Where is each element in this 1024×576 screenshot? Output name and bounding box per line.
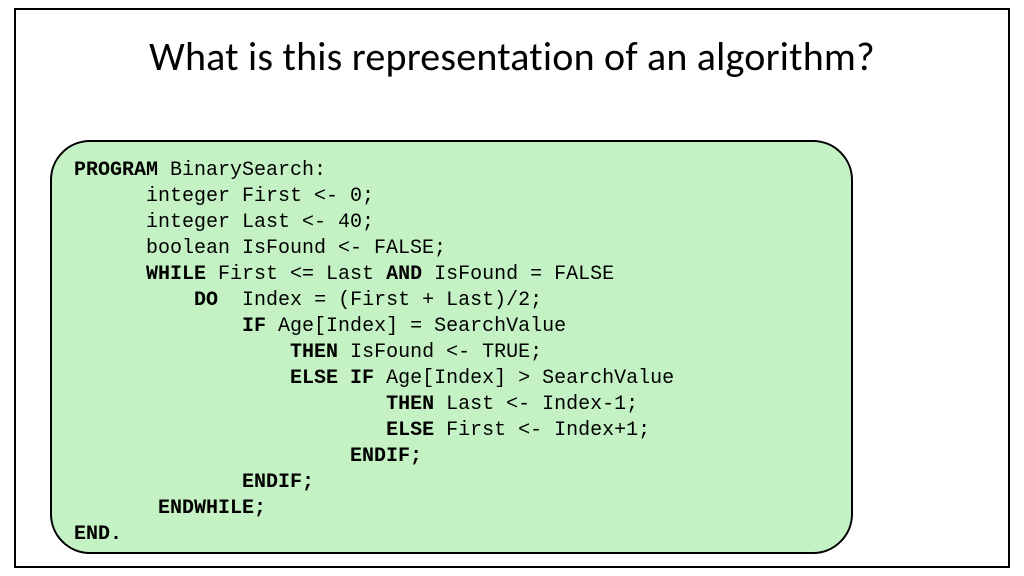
code-text: integer Last <- 40; xyxy=(74,211,374,234)
code-text: First <= Last xyxy=(206,263,386,286)
code-text xyxy=(74,263,146,286)
code-text xyxy=(74,315,242,338)
code-text: IsFound = FALSE xyxy=(422,263,614,286)
code-text xyxy=(74,393,386,416)
kw-end: END. xyxy=(74,523,122,546)
kw-elseif: ELSE IF xyxy=(290,367,374,390)
code-text xyxy=(74,497,158,520)
code-text: Index = (First + Last)/2; xyxy=(218,289,542,312)
code-text xyxy=(74,367,290,390)
kw-then: THEN xyxy=(290,341,338,364)
kw-if: IF xyxy=(242,315,266,338)
code-text xyxy=(74,445,350,468)
slide-title: What is this representation of an algori… xyxy=(16,32,1008,81)
kw-then: THEN xyxy=(386,393,434,416)
code-text: IsFound <- TRUE; xyxy=(338,341,542,364)
code-text: First <- Index+1; xyxy=(434,419,650,442)
code-text: Age[Index] = SearchValue xyxy=(266,315,566,338)
pseudocode-box: PROGRAM BinarySearch: integer First <- 0… xyxy=(50,140,853,554)
kw-do: DO xyxy=(194,289,218,312)
code-text: boolean IsFound <- FALSE; xyxy=(74,237,446,260)
code-text xyxy=(74,341,290,364)
code-text: Age[Index] > SearchValue xyxy=(374,367,674,390)
kw-else: ELSE xyxy=(386,419,434,442)
code-text: BinarySearch: xyxy=(158,159,326,182)
code-text: Last <- Index-1; xyxy=(434,393,638,416)
kw-endif: ENDIF; xyxy=(350,445,422,468)
kw-endwhile: ENDWHILE; xyxy=(158,497,266,520)
kw-while: WHILE xyxy=(146,263,206,286)
code-text xyxy=(74,289,194,312)
kw-and: AND xyxy=(386,263,422,286)
code-text xyxy=(74,471,242,494)
kw-program: PROGRAM xyxy=(74,159,158,182)
code-text: integer First <- 0; xyxy=(74,185,374,208)
slide-frame: What is this representation of an algori… xyxy=(14,8,1010,568)
code-text xyxy=(74,419,386,442)
kw-endif: ENDIF; xyxy=(242,471,314,494)
